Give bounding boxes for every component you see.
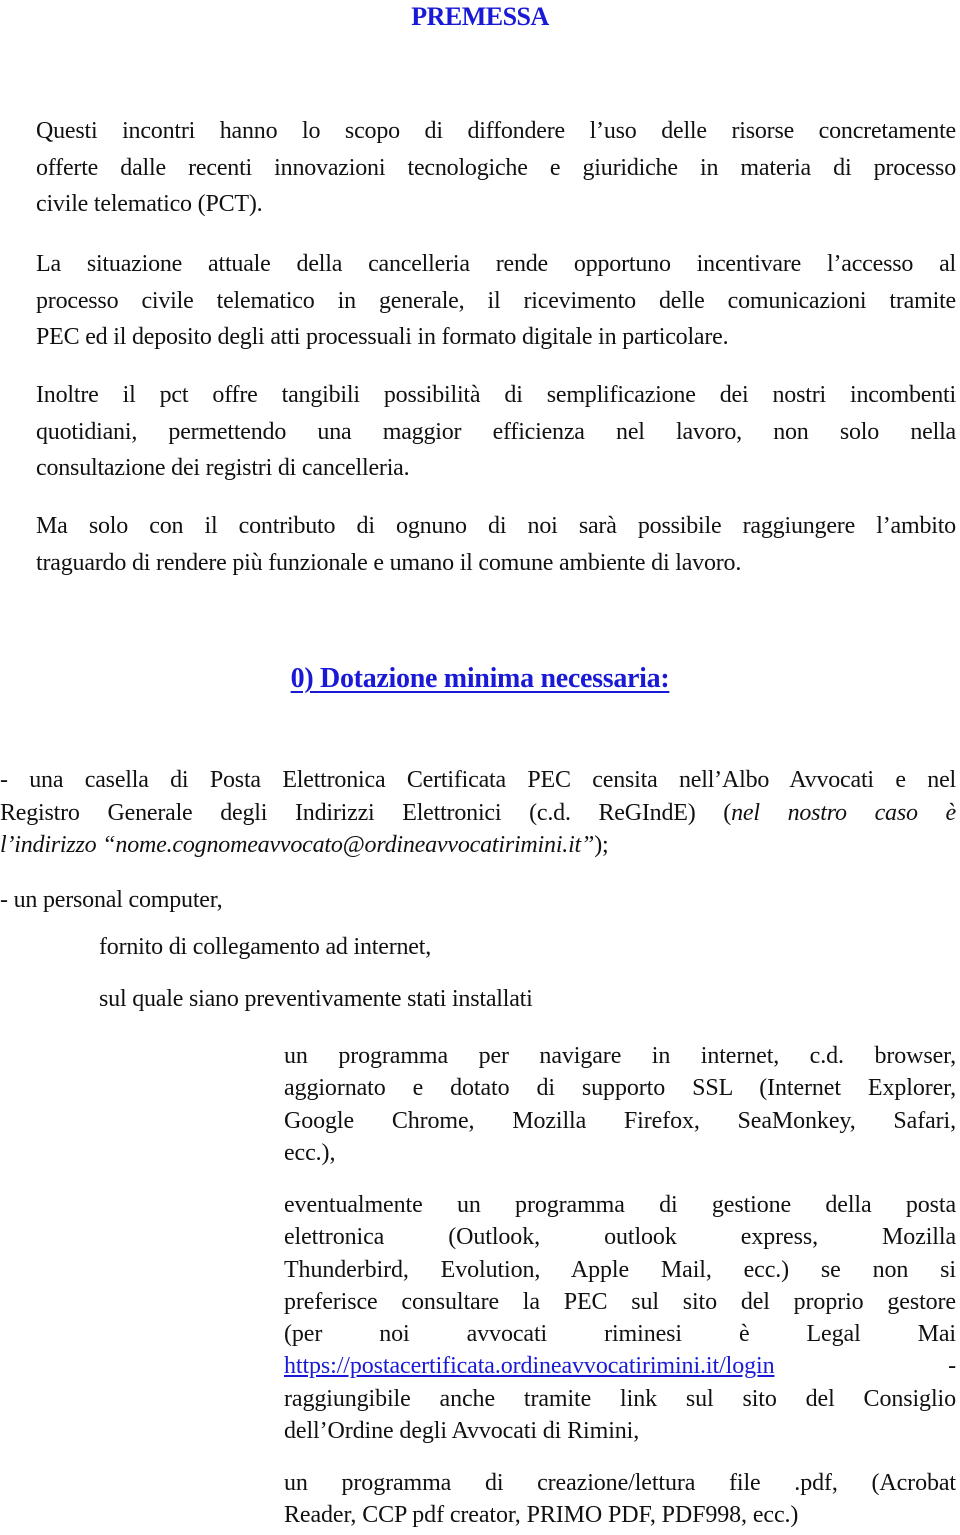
software-browser: un programma per navigare in internet, c… [284,1040,956,1169]
bullet-personal-computer: - un personal computer, [0,887,223,913]
text-line: Inoltre il pct offre tangibili possibili… [36,382,956,408]
text-line: l’indirizzo “nome.cognomeavvocato@ordine… [0,829,956,862]
intro-paragraph-2: La situazione attuale della cancelleria … [36,246,956,356]
text-span: Registro Generale degli Indirizzi Elettr… [0,799,732,826]
text-line: Registro Generale degli Indirizzi Elettr… [0,797,956,830]
text-line: un programma di creazione/lettura file .… [284,1470,956,1496]
page-title: PREMESSA [411,2,549,31]
text-line: (per noi avvocati riminesi è Legal Mai [284,1321,956,1348]
text-line: preferisce consultare la PEC sul sito de… [284,1288,956,1315]
legalmail-login-link[interactable]: https://postacertificata.ordineavvocatir… [284,1353,775,1379]
text-line: Questi incontri hanno lo scopo di diffon… [36,118,956,144]
text-line: Google Chrome, Mozilla Firefox, SeaMonke… [284,1107,956,1134]
text-line: ecc.), [284,1139,336,1166]
text-line: Ma solo con il contributo di ognuno di n… [36,513,956,539]
sub-item-internet: fornito di collegamento ad internet, [99,934,432,960]
text-line: consultazione dei registri di cancelleri… [36,455,410,481]
text-line: Reader, CCP pdf creator, PRIMO PDF, PDF9… [284,1502,799,1529]
italic-email-note: l’indirizzo “nome.cognomeavvocato@ordine… [0,832,595,858]
intro-paragraph-3: Inoltre il pct offre tangibili possibili… [36,377,956,487]
intro-paragraph-4: Ma solo con il contributo di ognuno di n… [36,508,956,581]
text-line: PEC ed il deposito degli atti processual… [36,324,729,350]
software-pdf: un programma di creazione/lettura file .… [284,1467,956,1532]
section-heading: 0) Dotazione minima necessaria: [290,663,670,694]
sub-item-installed: sul quale siano preventivamente stati in… [99,986,533,1012]
text-span: ); [594,832,609,858]
text-line: dell’Ordine degli Avvocati di Rimini, [284,1418,640,1445]
italic-note: nel nostro caso è [731,799,956,826]
text-line: aggiornato e dotato di supporto SSL (Int… [284,1075,956,1102]
text-line: traguardo di rendere più funzionale e um… [36,549,742,576]
bullet-pec-mailbox: - una casella di Posta Elettronica Certi… [0,764,956,862]
software-mail-client: eventualmente un programma di gestione d… [284,1189,956,1447]
text-span: - [948,1353,956,1380]
text-line: - una casella di Posta Elettronica Certi… [0,767,956,793]
text-line: Thunderbird, Evolution, Apple Mail, ecc.… [284,1256,956,1283]
text-line: processo civile telematico in generale, … [36,287,956,314]
text-line: quotidiani, permettendo una maggior effi… [36,418,956,445]
text-line: un programma per navigare in internet, c… [284,1043,956,1069]
text-line: civile telematico (PCT). [36,191,263,217]
text-line: eventualmente un programma di gestione d… [284,1192,956,1218]
text-line: raggiungibile anche tramite link sul sit… [284,1385,956,1412]
text-line: La situazione attuale della cancelleria … [36,251,956,277]
text-line: elettronica (Outlook, outlook express, M… [284,1224,956,1251]
text-line: offerte dalle recenti innovazioni tecnol… [36,154,956,181]
intro-paragraph-1: Questi incontri hanno lo scopo di diffon… [36,113,956,223]
text-line: https://postacertificata.ordineavvocatir… [284,1350,956,1382]
